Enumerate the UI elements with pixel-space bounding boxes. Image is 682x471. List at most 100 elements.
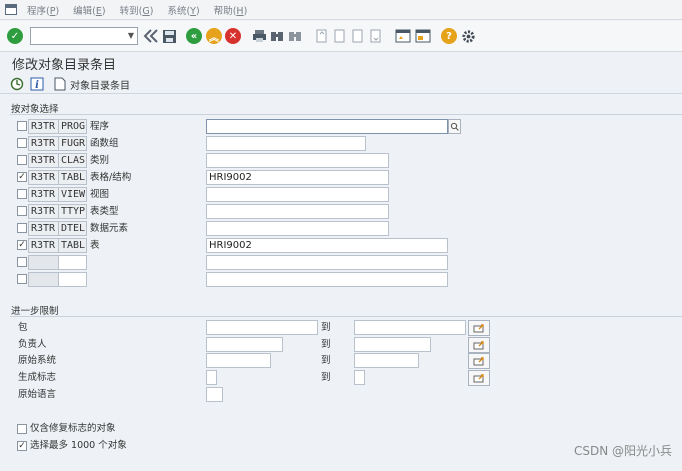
source-system-multiple-selection-button[interactable] [468,353,490,369]
object-row-type[interactable] [58,255,87,270]
object-row-name-input[interactable]: HRI9002 [206,238,448,253]
restrictions-title: 进一步限制 [11,306,59,317]
next-page-icon[interactable] [348,27,366,45]
help-icon[interactable]: ? [440,27,458,45]
exit-icon[interactable]: ︽ [205,27,223,45]
source-system-to-input[interactable] [354,353,419,368]
object-row-type[interactable]: PROG [58,119,87,134]
prev-page-icon[interactable] [330,27,348,45]
generation-flag-to-input[interactable] [354,370,365,385]
package-multiple-selection-button[interactable] [468,320,490,336]
owner-to-label: 到 [321,339,331,350]
object-row-type[interactable]: TABL [58,238,87,253]
object-row-checkbox[interactable]: ✓ [17,240,27,250]
object-row-description: 类别 [90,155,110,166]
info-icon[interactable]: i [30,76,44,92]
original-language-input[interactable] [206,387,223,402]
generation-flag-label: 生成标志 [18,372,57,383]
object-row-pgmid[interactable]: R3TR [28,238,59,253]
source-system-from-input[interactable] [206,353,271,368]
back-nav-icon[interactable] [142,27,160,45]
object-row-pgmid[interactable]: R3TR [28,136,59,151]
dropdown-icon[interactable]: ▼ [128,31,134,40]
multiple-selection-icon [473,341,484,350]
object-row-pgmid[interactable] [28,255,59,270]
only-repair-checkbox[interactable] [17,424,27,434]
object-row-pgmid[interactable]: R3TR [28,119,59,134]
package-from-input[interactable] [206,320,318,335]
object-row-description: 视图 [90,189,110,200]
object-row-pgmid[interactable]: R3TR [28,153,59,168]
owner-from-input[interactable] [206,337,283,352]
menu-edit[interactable]: 编辑(E) [73,3,105,17]
object-selection-title: 按对象选择 [11,104,59,115]
object-row-pgmid[interactable]: R3TR [28,170,59,185]
generation-flag-multiple-selection-button[interactable] [468,370,490,386]
object-row-name-input[interactable]: HRI9002 [206,170,389,185]
object-row-type[interactable] [58,272,87,287]
first-page-icon[interactable] [312,27,330,45]
object-selection-divider [10,114,682,115]
object-row-name-input[interactable] [206,272,448,287]
check-icon[interactable]: ✓ [6,27,24,45]
object-row-checkbox[interactable] [17,206,27,216]
owner-multiple-selection-button[interactable] [468,337,490,353]
execute-icon[interactable] [10,76,24,92]
value-help-icon[interactable] [448,119,461,134]
object-row-checkbox[interactable] [17,257,27,267]
cancel-icon[interactable]: ✕ [224,27,242,45]
object-row-pgmid[interactable]: R3TR [28,204,59,219]
object-row-checkbox[interactable]: ✓ [17,172,27,182]
max-objects-checkbox[interactable]: ✓ [17,441,27,451]
menu-program[interactable]: 程序(P) [27,3,59,17]
settings-icon[interactable] [459,27,477,45]
shortcut-icon[interactable] [414,27,432,45]
menu-goto[interactable]: 转到(G) [120,3,154,17]
command-field[interactable]: ▼ [30,27,138,45]
object-row-type[interactable]: DTEL [58,221,87,236]
object-row-type[interactable]: CLAS [58,153,87,168]
object-row-pgmid[interactable]: R3TR [28,187,59,202]
package-to-input[interactable] [354,320,466,335]
object-row-checkbox[interactable] [17,223,27,233]
object-row-checkbox[interactable] [17,138,27,148]
generation-flag-from-input[interactable] [206,370,217,385]
standard-toolbar: ✓ ▼ « ︽ ✕ ? [0,21,682,52]
object-row-name-input[interactable] [206,221,389,236]
object-row-type[interactable]: FUGR [58,136,87,151]
last-page-icon[interactable] [366,27,384,45]
application-toolbar: i 对象目录条目 [0,74,682,94]
object-row-checkbox[interactable] [17,189,27,199]
object-row-checkbox[interactable] [17,155,27,165]
menu-help[interactable]: 帮助(H) [214,3,248,17]
new-session-icon[interactable] [394,27,412,45]
object-row-name-input[interactable] [206,187,389,202]
owner-to-input[interactable] [354,337,431,352]
find-next-icon[interactable] [286,27,304,45]
object-row-name-input[interactable] [206,204,389,219]
owner-label: 负责人 [18,339,47,350]
back-icon[interactable]: « [185,27,203,45]
object-row-name-input[interactable] [206,153,389,168]
object-row-type[interactable]: TABL [58,170,87,185]
print-icon[interactable] [250,27,268,45]
save-icon[interactable] [160,27,178,45]
object-row-pgmid[interactable] [28,272,59,287]
find-icon[interactable] [268,27,286,45]
watermark: CSDN @阳光小兵 [573,444,672,458]
only-repair-label: 仅含修复标志的对象 [30,423,116,434]
source-system-to-label: 到 [321,355,331,366]
object-row-name-input[interactable] [206,136,366,151]
command-input[interactable] [31,28,121,44]
object-row-type[interactable]: VIEW [58,187,87,202]
object-row-checkbox[interactable] [17,121,27,131]
window-menu-icon[interactable] [5,4,17,15]
page-title: 修改对象目录条目 [12,58,117,73]
object-row-name-input[interactable] [206,255,448,270]
object-row-checkbox[interactable] [17,274,27,284]
menu-system[interactable]: 系统(Y) [167,3,199,17]
object-entry-button[interactable]: 对象目录条目 [54,76,130,92]
object-row-type[interactable]: TTYP [58,204,87,219]
object-row-name-input[interactable] [206,119,448,134]
object-row-pgmid[interactable]: R3TR [28,221,59,236]
